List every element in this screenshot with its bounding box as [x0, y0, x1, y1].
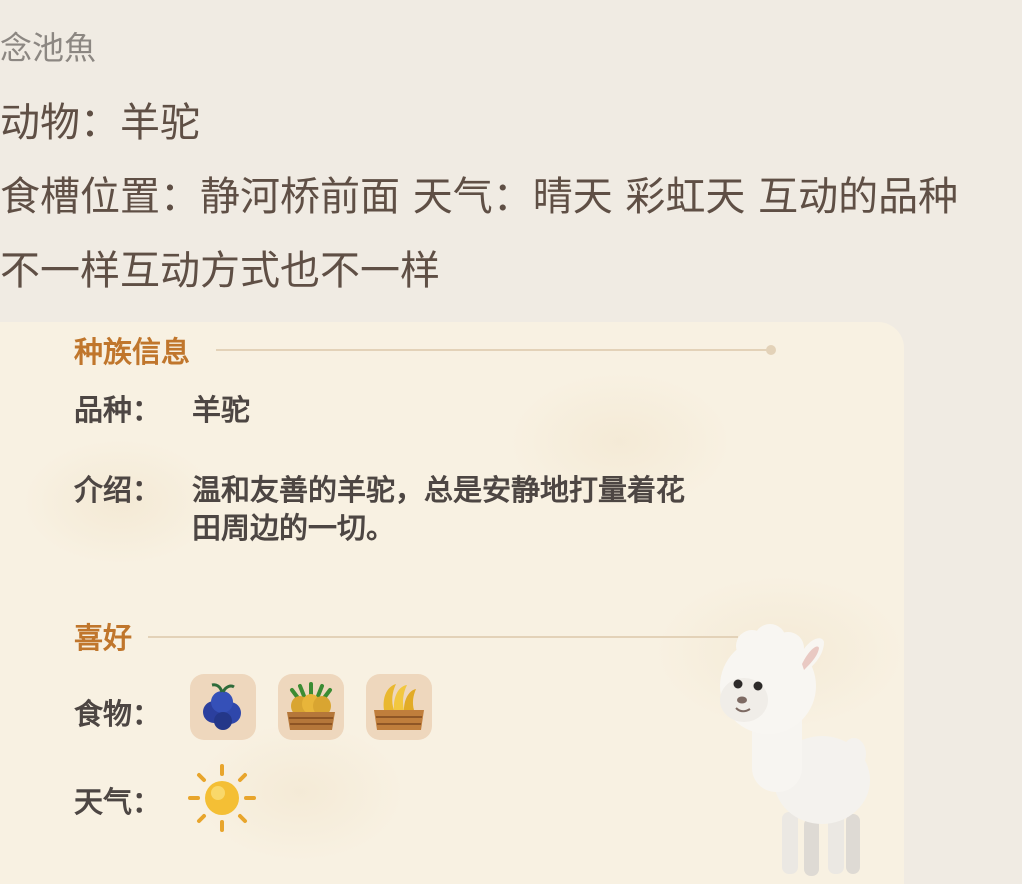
alpaca-illustration [720, 624, 870, 876]
breed-label: 品种： [74, 393, 162, 427]
likes-section-title: 喜好 [74, 621, 133, 655]
animal-info-card: 种族信息 品种： 羊驼 介绍： 温和友善的羊驼，总是安静地打量着花 田周边的一切… [0, 322, 904, 884]
intro-label: 介绍： [74, 473, 162, 507]
location-weather-line: 食槽位置：静河桥前面 天气：晴天 彩虹天 互动的品种 [0, 174, 959, 220]
weather-label: 天气： [74, 785, 162, 819]
food-label: 食物： [74, 697, 162, 731]
food-item-banana-crate[interactable] [366, 674, 432, 740]
blueberry-icon [203, 683, 241, 730]
author-name[interactable]: 念池魚 [0, 28, 96, 68]
species-section-title: 种族信息 [74, 335, 191, 369]
likes-divider [148, 636, 738, 638]
pineapple-crate-icon [287, 682, 335, 730]
sun-icon [188, 764, 256, 832]
interaction-note-line: 不一样互动方式也不一样 [0, 248, 440, 294]
banana-crate-icon [374, 684, 424, 730]
breed-value: 羊驼 [192, 393, 251, 427]
intro-text-line1: 温和友善的羊驼，总是安静地打量着花 [192, 473, 686, 507]
intro-text-line2: 田周边的一切。 [192, 511, 396, 545]
divider-dot [766, 345, 776, 355]
animal-line: 动物：羊驼 [0, 100, 200, 146]
food-item-blueberry[interactable] [190, 674, 256, 740]
food-item-pineapple-crate[interactable] [278, 674, 344, 740]
species-divider [216, 349, 768, 351]
